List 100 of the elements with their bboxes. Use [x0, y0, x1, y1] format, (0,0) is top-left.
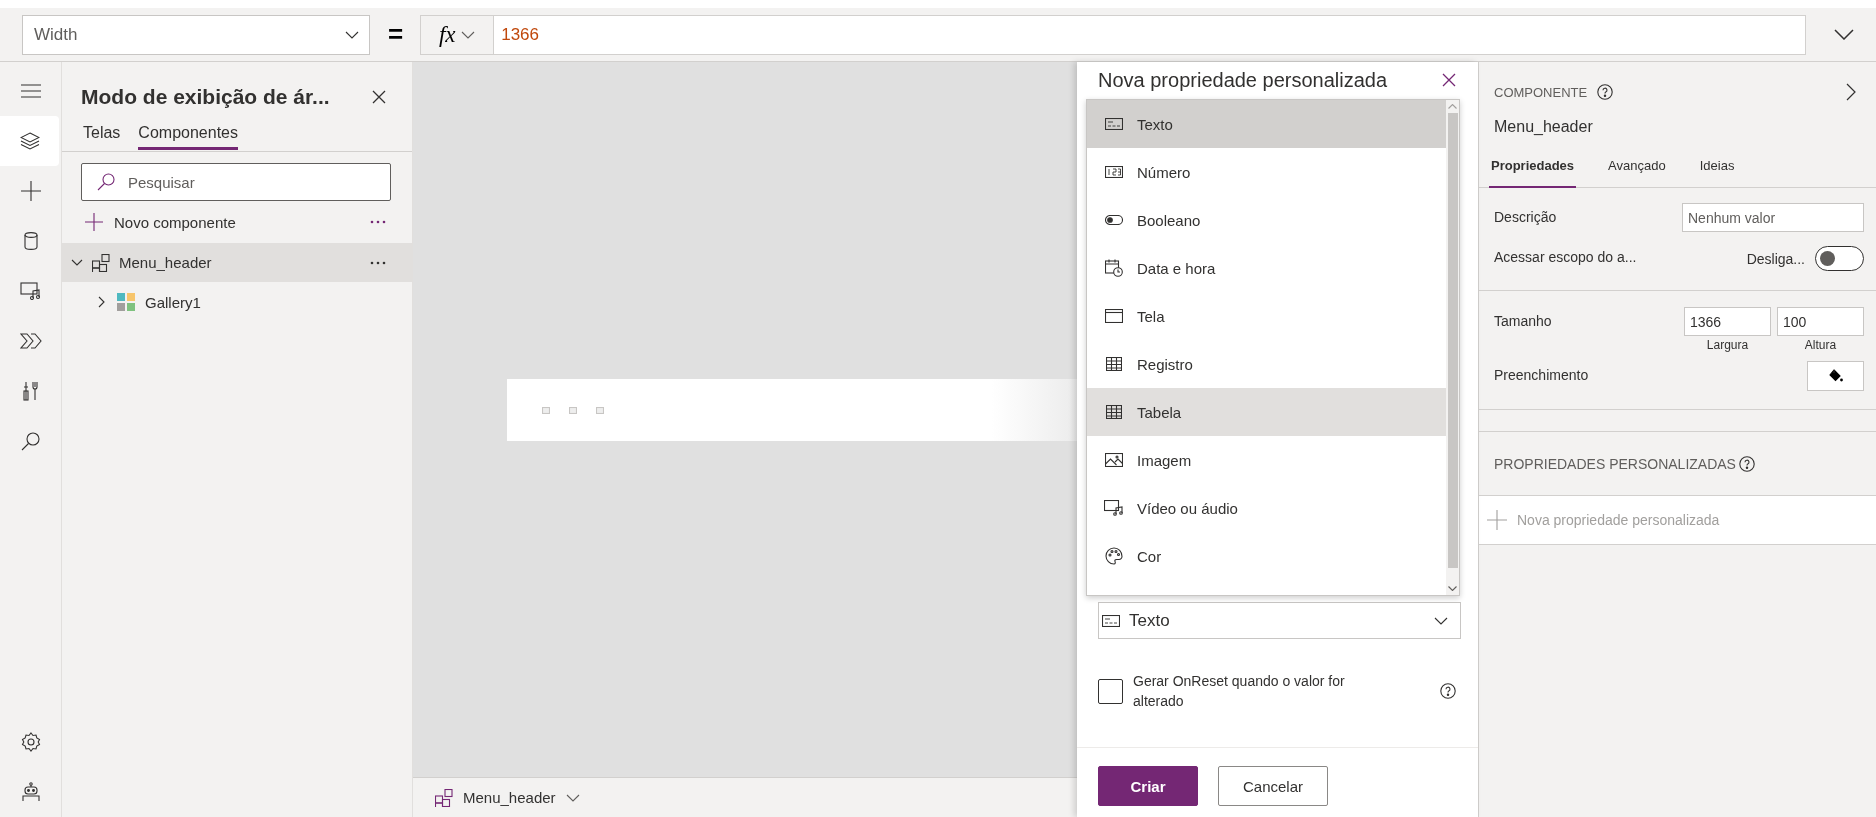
tree-item-label: Menu_header — [119, 254, 212, 271]
chevron-down-icon[interactable] — [565, 793, 580, 802]
list-option[interactable]: Cor — [1087, 532, 1446, 580]
palette-icon — [1105, 547, 1123, 565]
section-label: PROPRIEDADES PERSONALIZADAS — [1494, 455, 1736, 472]
panel-title: Modo de exibição de ár... — [81, 85, 330, 109]
settings-icon[interactable] — [20, 732, 41, 752]
option-label: Imagem — [1137, 451, 1192, 469]
list-option[interactable]: Tela — [1087, 292, 1446, 340]
tools-icon[interactable] — [21, 381, 40, 401]
height-field[interactable]: 100 — [1777, 307, 1864, 336]
toggle-type-icon — [1105, 215, 1123, 225]
field-label: Descrição — [1494, 208, 1557, 225]
layers-icon[interactable] — [19, 132, 40, 150]
window-type-icon — [1105, 309, 1123, 323]
option-label: Booleano — [1137, 211, 1201, 229]
more-icon[interactable] — [370, 260, 386, 265]
image-type-icon — [1105, 453, 1123, 467]
list-option[interactable]: Tabela — [1087, 388, 1446, 436]
plus-icon[interactable] — [20, 181, 41, 201]
tree-item-label: Gallery1 — [145, 293, 201, 311]
screen-dropdown[interactable]: Menu_header — [435, 788, 580, 807]
chevrons-icon[interactable] — [19, 333, 42, 349]
option-label: Tabela — [1137, 403, 1182, 421]
equals-sign: = — [388, 19, 404, 50]
help-icon[interactable] — [1440, 683, 1456, 699]
media-icon[interactable] — [19, 282, 42, 300]
tab[interactable]: Componentes — [138, 124, 238, 150]
plus-icon — [1487, 510, 1507, 530]
tab[interactable]: Ideias — [1697, 158, 1737, 188]
media-type-icon — [1104, 500, 1124, 516]
scroll-down-icon[interactable] — [1448, 586, 1457, 591]
expand-icon[interactable] — [1834, 29, 1854, 40]
component-name: Menu_header — [1493, 117, 1594, 137]
grid-type-icon — [1106, 405, 1122, 419]
property-dropdown[interactable]: Width — [22, 14, 370, 55]
grid-type-icon — [1106, 357, 1122, 371]
cancel-button[interactable]: Cancelar — [1218, 766, 1328, 806]
search-icon[interactable] — [20, 431, 41, 451]
function-button[interactable]: fx — [420, 14, 495, 55]
option-label: Texto — [1137, 115, 1173, 133]
list-option[interactable]: Data e hora — [1087, 244, 1446, 292]
paint-bucket-icon — [1828, 369, 1843, 383]
list-option[interactable]: Booleano — [1087, 196, 1446, 244]
option-label: Registro — [1137, 355, 1193, 373]
list-option[interactable]: Vídeo ou áudio — [1087, 484, 1446, 532]
option-label: Cor — [1137, 547, 1162, 565]
search-field[interactable]: Pesquisar — [81, 163, 391, 201]
robot-icon[interactable] — [20, 782, 41, 802]
calendar-clock-icon — [1105, 259, 1123, 277]
chevron-down-icon[interactable] — [71, 259, 83, 266]
dialog-title: Nova propriedade personalizada — [1098, 68, 1388, 92]
option-label: Vídeo ou áudio — [1137, 499, 1238, 517]
toggle-state-label: Desliga... — [1746, 250, 1805, 267]
text-type-icon — [1105, 118, 1123, 130]
chevron-down-icon[interactable] — [1434, 616, 1448, 625]
field-caption: Altura — [1804, 338, 1837, 352]
type-dropdown[interactable]: Texto — [1098, 602, 1461, 639]
list-option[interactable]: Registro — [1087, 340, 1446, 388]
create-button[interactable]: Criar — [1098, 766, 1198, 806]
scrollbar[interactable] — [1446, 100, 1459, 595]
list-option[interactable]: Texto — [1087, 100, 1446, 148]
toggle-switch[interactable] — [1815, 246, 1864, 271]
fill-color-button[interactable] — [1807, 361, 1864, 391]
list-option[interactable]: Número — [1087, 148, 1446, 196]
section-label: COMPONENTE — [1494, 84, 1588, 100]
tree-item[interactable]: Menu_header — [62, 243, 412, 282]
field-label: Acessar escopo do a... — [1494, 248, 1637, 265]
checkbox[interactable] — [1098, 678, 1123, 704]
description-field[interactable]: Nenhum valor — [1682, 203, 1864, 232]
checkbox-label: Gerar OnReset quando o valor for alterado — [1133, 672, 1346, 711]
more-icon[interactable] — [370, 220, 386, 224]
chevron-down-icon[interactable] — [461, 30, 476, 39]
help-icon[interactable] — [1738, 455, 1755, 472]
menu-icon[interactable] — [20, 84, 41, 98]
field-label: Tamanho — [1494, 312, 1552, 329]
image-placeholder-icon — [596, 406, 604, 414]
component-icon — [435, 788, 453, 807]
text-type-icon — [1102, 614, 1120, 627]
tab[interactable]: Telas — [83, 124, 121, 150]
field-caption: Largura — [1706, 338, 1749, 352]
help-icon[interactable] — [1597, 84, 1614, 100]
chevron-down-icon[interactable] — [345, 30, 359, 39]
tab[interactable]: Avançado — [1606, 158, 1668, 188]
field-label: Preenchimento — [1494, 366, 1589, 383]
new-component-button[interactable]: Novo componente — [85, 213, 236, 231]
cylinder-icon[interactable] — [23, 232, 38, 250]
tree-item[interactable]: Gallery1 — [62, 282, 412, 322]
width-field[interactable]: 1366 — [1684, 307, 1771, 336]
chevron-right-icon[interactable] — [97, 296, 105, 308]
close-icon[interactable] — [372, 90, 386, 104]
option-label: Tela — [1137, 307, 1165, 325]
gallery-icon — [117, 293, 135, 311]
tab[interactable]: Propriedades — [1489, 158, 1577, 188]
number-type-icon — [1105, 166, 1123, 178]
list-option[interactable]: Imagem — [1087, 436, 1446, 484]
close-icon[interactable] — [1442, 73, 1456, 87]
image-placeholder-icon — [542, 406, 550, 414]
chevron-right-icon[interactable] — [1846, 83, 1856, 101]
formula-field[interactable]: 1366 — [494, 14, 1806, 55]
